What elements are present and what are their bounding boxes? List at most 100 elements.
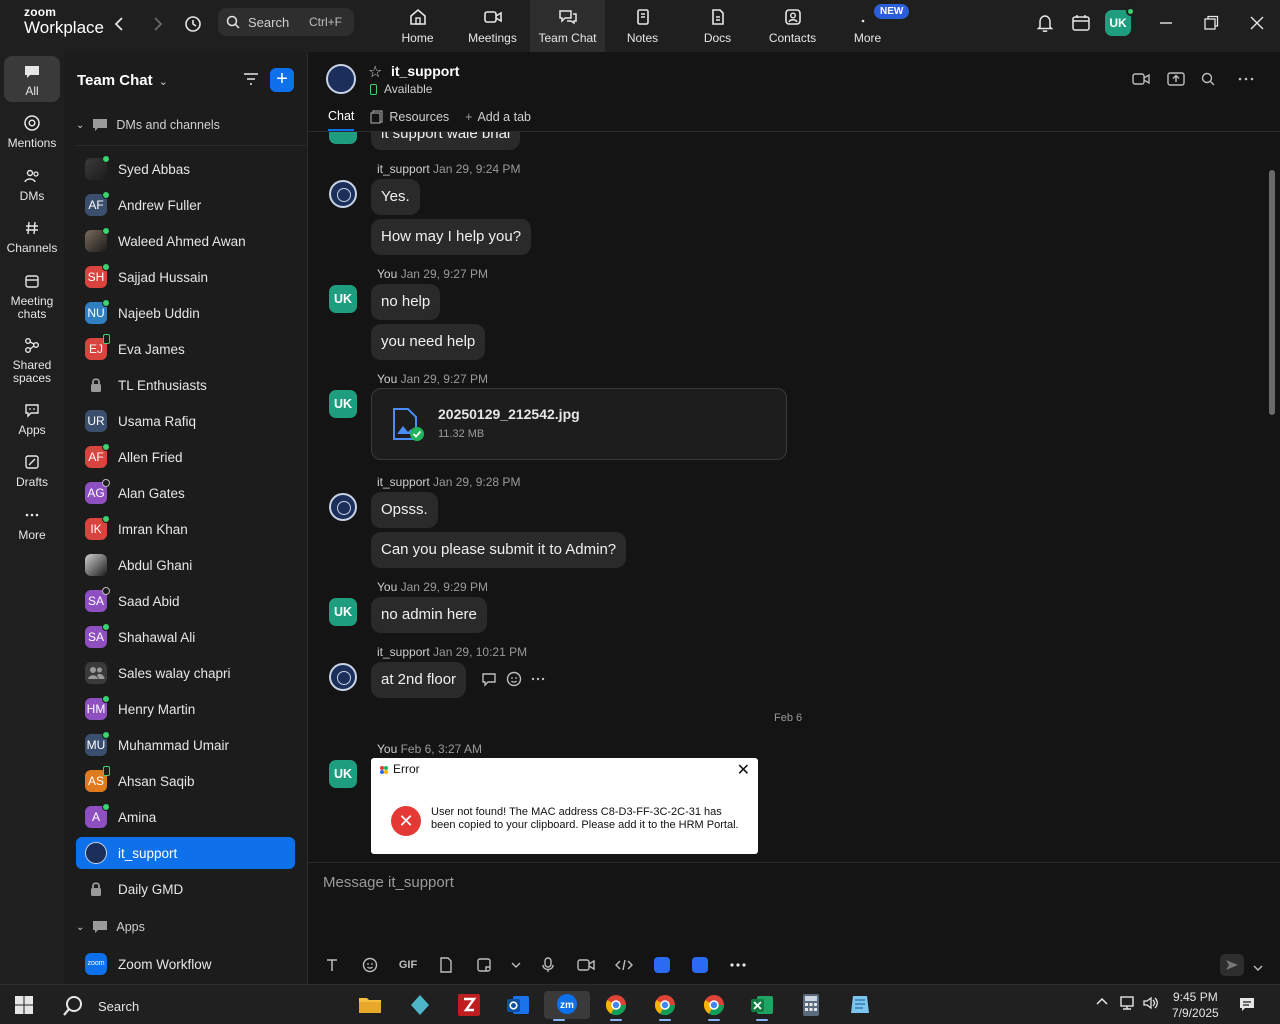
bell-icon[interactable] (1034, 12, 1056, 34)
zoom-app-shortcut-icon[interactable] (688, 954, 712, 976)
contact-item[interactable]: Waleed Ahmed Awan (76, 225, 295, 257)
message-bubble[interactable]: Opsss. (371, 492, 438, 528)
rail-all[interactable]: All (4, 56, 60, 102)
close-window-icon[interactable] (1246, 12, 1268, 34)
contact-item[interactable]: IK Imran Khan (76, 513, 295, 545)
chrome-icon-1[interactable] (601, 991, 631, 1021)
chrome-icon-2[interactable] (650, 991, 680, 1021)
reply-icon[interactable] (480, 671, 498, 690)
tab-chat[interactable]: Chat (328, 109, 355, 131)
app-diamond-icon[interactable] (405, 991, 435, 1019)
rail-shared-spaces[interactable]: Shared spaces (4, 336, 60, 385)
tab-docs[interactable]: Docs (680, 0, 755, 52)
new-chat-button[interactable]: + (270, 68, 294, 92)
tab-more[interactable]: NEW More (830, 0, 910, 52)
contact-item[interactable]: Sales walay chapri (76, 657, 295, 689)
contact-item[interactable]: Abdul Ghani (76, 549, 295, 581)
chevron-down-icon[interactable] (510, 954, 522, 976)
more-options-icon[interactable] (1237, 72, 1255, 91)
notepad-icon[interactable] (845, 991, 875, 1019)
file-explorer-icon[interactable] (355, 991, 385, 1019)
zoom-taskbar-icon[interactable]: zm (544, 991, 590, 1021)
app-integration-icon[interactable] (650, 954, 674, 976)
forward-arrow-icon[interactable] (147, 14, 167, 34)
video-call-icon[interactable] (1132, 72, 1150, 91)
video-message-icon[interactable] (574, 954, 598, 976)
taskbar-search[interactable]: Search (62, 995, 139, 1017)
contact-item[interactable]: SA Shahawal Ali (76, 621, 295, 653)
contact-item[interactable]: HM Henry Martin (76, 693, 295, 725)
notification-center-icon[interactable] (1238, 995, 1256, 1016)
message-input[interactable]: Message it_support (323, 874, 454, 891)
screenshot-icon[interactable] (472, 954, 496, 976)
filter-icon[interactable] (242, 71, 260, 87)
rail-drafts[interactable]: Drafts (4, 453, 60, 489)
contact-item[interactable]: Daily GMD (76, 873, 295, 905)
tab-meetings[interactable]: Meetings (455, 0, 530, 52)
app-item-zoom-workflow[interactable]: zoom Zoom Workflow (76, 948, 295, 980)
rail-more[interactable]: More (4, 506, 60, 542)
message-bubble[interactable]: you need help (371, 324, 486, 360)
contact-item[interactable]: AS Ahsan Saqib (76, 765, 295, 797)
back-arrow-icon[interactable] (110, 14, 130, 34)
rail-dms[interactable]: DMs (4, 167, 60, 203)
it-support-avatar[interactable] (329, 180, 357, 208)
sidebar-title[interactable]: Team Chat ⌄ (77, 72, 168, 89)
message-avatar[interactable]: UK (329, 390, 357, 418)
contact-item[interactable]: SH Sajjad Hussain (76, 261, 295, 293)
user-avatar[interactable]: UK (1105, 7, 1135, 36)
rail-mentions[interactable]: Mentions (4, 114, 60, 150)
contact-item[interactable]: TL Enthusiasts (76, 369, 295, 401)
calendar-icon[interactable] (1070, 12, 1092, 34)
windows-start-icon[interactable] (14, 995, 34, 1015)
restore-icon[interactable] (1200, 12, 1222, 34)
more-compose-options-icon[interactable] (726, 954, 750, 976)
emoji-reaction-icon[interactable] (505, 670, 523, 691)
file-attachment[interactable]: 20250129_212542.jpg 11.32 MB (371, 388, 787, 460)
message-bubble[interactable]: it support wale bhai (371, 132, 521, 150)
message-avatar[interactable]: UK (329, 598, 357, 626)
rail-channels[interactable]: Channels (4, 219, 60, 255)
text-format-icon[interactable] (320, 954, 344, 976)
contact-item[interactable]: SA Saad Abid (76, 585, 295, 617)
volume-icon[interactable] (1142, 995, 1160, 1014)
tab-contacts[interactable]: Contacts (755, 0, 830, 52)
filezilla-icon[interactable] (454, 991, 484, 1019)
code-snippet-icon[interactable] (612, 954, 636, 976)
tray-chevron-icon[interactable] (1095, 995, 1109, 1012)
contact-item[interactable]: UR Usama Rafiq (76, 405, 295, 437)
tab-team-chat[interactable]: Team Chat (530, 0, 605, 52)
star-icon[interactable]: ☆ (368, 62, 382, 82)
scrollbar-thumb[interactable] (1269, 170, 1275, 415)
minimize-icon[interactable] (1155, 12, 1177, 34)
contact-item[interactable]: Syed Abbas (76, 153, 295, 185)
search-box[interactable]: Search Ctrl+F (218, 8, 354, 36)
tab-resources[interactable]: Resources (370, 109, 449, 131)
send-options-chevron-icon[interactable] (1253, 959, 1263, 977)
channel-avatar[interactable] (326, 64, 356, 94)
it-support-avatar[interactable] (329, 493, 357, 521)
emoji-icon[interactable] (358, 954, 382, 976)
contact-item[interactable]: AF Andrew Fuller (76, 189, 295, 221)
section-dms-channels[interactable]: ⌄ DMs and channels (76, 118, 220, 132)
message-more-icon[interactable] (530, 670, 546, 691)
excel-icon[interactable] (747, 991, 777, 1021)
message-avatar[interactable]: UK (329, 285, 357, 313)
tab-home[interactable]: Home (380, 0, 455, 52)
message-bubble[interactable]: Can you please submit it to Admin? (371, 532, 627, 568)
message-bubble[interactable]: no admin here (371, 597, 487, 633)
message-bubble[interactable]: no help (371, 284, 441, 320)
chrome-icon-3[interactable] (699, 991, 729, 1021)
contact-item[interactable]: EJ Eva James (76, 333, 295, 365)
rail-meeting-chats[interactable]: Meeting chats (4, 272, 60, 321)
send-button[interactable] (1220, 954, 1244, 976)
message-bubble[interactable]: How may I help you? (371, 219, 532, 255)
tab-add[interactable]: + Add a tab (465, 109, 531, 131)
attach-file-icon[interactable] (434, 954, 458, 976)
gif-button[interactable]: GIF (396, 954, 420, 976)
contact-item[interactable]: AG Alan Gates (76, 477, 295, 509)
tab-notes[interactable]: Notes (605, 0, 680, 52)
message-bubble[interactable]: at 2nd floor (371, 662, 467, 698)
message-bubble[interactable]: Yes. (371, 179, 420, 215)
outlook-icon[interactable] (503, 991, 533, 1019)
